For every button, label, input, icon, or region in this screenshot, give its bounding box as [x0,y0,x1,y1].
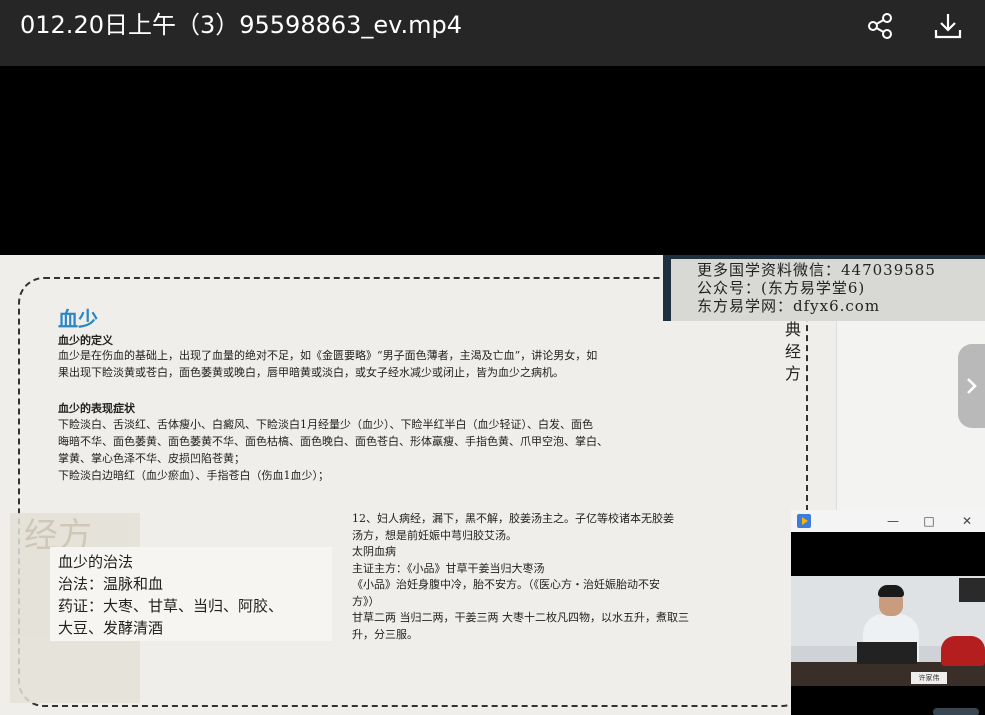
treatment-herbs: 药证：大枣、甘草、当归、阿胶、 大豆、发酵清酒 [58,597,284,637]
treatment-title: 血少的治法 [58,553,134,571]
vertical-caption: 典经方 [784,320,801,383]
picture-in-picture-window[interactable]: — □ ✕ 许家伟 [791,510,985,715]
definition-title: 血少的定义 [58,334,113,347]
treatment-method: 治法：温脉和血 [58,575,164,593]
watermark-line-2: 公众号：(东方易学堂6) [697,279,866,297]
share-button[interactable] [862,8,898,44]
definition-text: 血少是在伤血的基础上，出现了血量的绝对不足，如《金匮要略》“男子面色薄者，主渴及… [58,349,598,379]
download-icon [934,14,962,39]
pip-title-bar: — □ ✕ [791,510,985,532]
slide-heading: 血少 [58,307,98,331]
pip-close-button[interactable]: ✕ [957,510,977,532]
classic-text: 12、妇人病经，漏下，黑不解，胶姜汤主之。子亿等校诸本无胶姜 汤方，想是前妊娠中… [352,512,689,641]
symptoms-text: 下睑淡白、舌淡红、舌体瘦小、白癜风、下睑淡白1月经量少（血少）、下睑半红半白（血… [58,418,608,482]
symptoms-title: 血少的表现症状 [58,402,135,415]
watermark-banner: 更多国学资料微信：447039585 公众号：(东方易学堂6) 东方易学网：df… [663,255,985,321]
pip-control-pill[interactable] [933,708,979,715]
pip-minimize-button[interactable]: — [883,510,903,532]
share-icon [868,13,892,39]
watermark-line-3: 东方易学网：dfyx6.com [697,297,881,315]
pip-video-frame: 许家伟 [791,576,985,686]
pip-controls-area [791,686,985,715]
treatment-box: 血少的治法 治法：温脉和血 药证：大枣、甘草、当归、阿胶、 大豆、发酵清酒 [50,547,332,641]
download-button[interactable] [930,8,966,44]
speaker-name-plate: 许家伟 [911,672,947,684]
watermark-line-1: 更多国学资料微信：447039585 [697,261,936,279]
next-button[interactable] [958,344,985,428]
pip-maximize-button[interactable]: □ [919,510,939,532]
player-logo-icon [797,514,811,528]
video-title: 012.20日上午（3）95598863_ev.mp4 [20,11,463,39]
top-bar: 012.20日上午（3）95598863_ev.mp4 [0,0,985,66]
chevron-right-icon [966,378,977,394]
